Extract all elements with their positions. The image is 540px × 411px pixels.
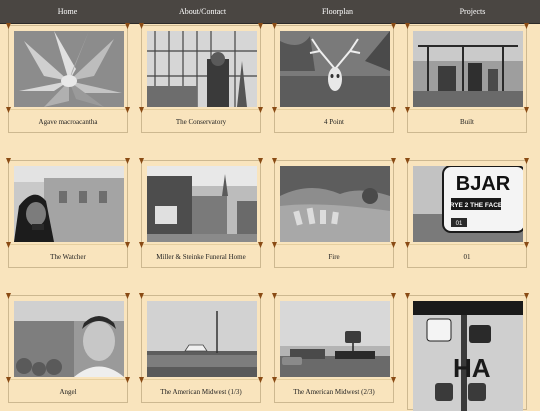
gallery-card[interactable]: 4 Point xyxy=(272,23,396,134)
gallery-card[interactable]: Built xyxy=(405,23,529,134)
card-caption: 4 Point xyxy=(275,109,393,134)
nav-projects[interactable]: Projects xyxy=(405,0,540,23)
pin-icon xyxy=(391,377,396,383)
photo-angel[interactable] xyxy=(14,301,124,377)
card-caption: The American Midwest (2/3) xyxy=(275,379,393,404)
pin-icon xyxy=(524,158,529,164)
photo-built[interactable] xyxy=(413,31,523,107)
pin-icon xyxy=(524,242,529,248)
card-caption: Built xyxy=(408,109,526,134)
pin-icon xyxy=(258,23,263,29)
pin-icon xyxy=(405,158,410,164)
photo-american-midwest-1[interactable] xyxy=(147,301,257,377)
card-caption: Angel xyxy=(9,379,127,404)
photo-ha-sign[interactable]: HA xyxy=(413,301,523,411)
pin-icon xyxy=(272,242,277,248)
pin-icon xyxy=(139,377,144,383)
pin-icon xyxy=(258,293,263,299)
photo-4-point[interactable] xyxy=(280,31,390,107)
photo-watcher[interactable] xyxy=(14,166,124,242)
pin-icon xyxy=(405,107,410,113)
card-caption: The Conservatory xyxy=(142,109,260,134)
pin-icon xyxy=(125,23,130,29)
pin-icon xyxy=(405,23,410,29)
pin-icon xyxy=(6,107,11,113)
nav-about-contact[interactable]: About/Contact xyxy=(135,0,270,23)
photo-conservatory[interactable] xyxy=(147,31,257,107)
pin-icon xyxy=(125,242,130,248)
pin-icon xyxy=(6,158,11,164)
card-caption: Miller & Steinke Funeral Home xyxy=(142,244,260,269)
pin-icon xyxy=(272,293,277,299)
pin-icon xyxy=(139,107,144,113)
photo-01-sign[interactable]: BJAR RYE 2 THE FACE 01 xyxy=(413,166,523,242)
pin-icon xyxy=(405,242,410,248)
sign-number-text: 01 xyxy=(456,221,463,227)
pin-icon xyxy=(139,242,144,248)
pin-icon xyxy=(391,23,396,29)
pin-icon xyxy=(272,107,277,113)
pin-icon xyxy=(6,23,11,29)
card-caption: Agave macroacantha xyxy=(9,109,127,134)
gallery-card[interactable]: Miller & Steinke Funeral Home xyxy=(139,158,263,269)
pin-icon xyxy=(524,293,529,299)
pin-icon xyxy=(6,242,11,248)
gallery-card[interactable]: The American Midwest (2/3) xyxy=(272,293,396,404)
sign-face-text: RYE 2 THE FACE xyxy=(450,202,503,209)
sign-bjar-text: BJAR xyxy=(456,173,511,195)
photo-agave[interactable] xyxy=(14,31,124,107)
pin-icon xyxy=(125,158,130,164)
pin-icon xyxy=(258,242,263,248)
pin-icon xyxy=(125,293,130,299)
pin-icon xyxy=(391,293,396,299)
pin-icon xyxy=(258,377,263,383)
pin-icon xyxy=(405,293,410,299)
gallery-card[interactable]: Fire xyxy=(272,158,396,269)
card-caption: Fire xyxy=(275,244,393,269)
pin-icon xyxy=(391,107,396,113)
pin-icon xyxy=(524,23,529,29)
pin-icon xyxy=(125,107,130,113)
pin-icon xyxy=(139,23,144,29)
pin-icon xyxy=(6,293,11,299)
pin-icon xyxy=(391,242,396,248)
pin-icon xyxy=(524,107,529,113)
pin-icon xyxy=(272,377,277,383)
gallery-card[interactable]: The American Midwest (1/3) xyxy=(139,293,263,404)
sign-ha-text: HA xyxy=(453,353,491,383)
pin-icon xyxy=(258,107,263,113)
gallery-card[interactable]: Agave macroacantha xyxy=(6,23,130,134)
pin-icon xyxy=(6,377,11,383)
pin-icon xyxy=(391,158,396,164)
pin-icon xyxy=(272,158,277,164)
gallery-card[interactable]: The Watcher xyxy=(6,158,130,269)
card-caption: The American Midwest (1/3) xyxy=(142,379,260,404)
nav-bar: Home About/Contact Floorplan Projects xyxy=(0,0,540,24)
nav-home[interactable]: Home xyxy=(0,0,135,23)
photo-fire[interactable] xyxy=(280,166,390,242)
pin-icon xyxy=(139,293,144,299)
pin-icon xyxy=(125,377,130,383)
pin-icon xyxy=(139,158,144,164)
nav-floorplan[interactable]: Floorplan xyxy=(270,0,405,23)
gallery-card[interactable]: The Conservatory xyxy=(139,23,263,134)
card-caption: The Watcher xyxy=(9,244,127,269)
photo-american-midwest-2[interactable] xyxy=(280,301,390,377)
gallery-card[interactable]: Angel xyxy=(6,293,130,404)
gallery-card[interactable]: BJAR RYE 2 THE FACE 01 01 xyxy=(405,158,529,269)
pin-icon xyxy=(272,23,277,29)
photo-funeral-home[interactable] xyxy=(147,166,257,242)
pin-icon xyxy=(258,158,263,164)
card-caption: 01 xyxy=(408,244,526,269)
gallery-card[interactable]: HA xyxy=(405,293,529,411)
